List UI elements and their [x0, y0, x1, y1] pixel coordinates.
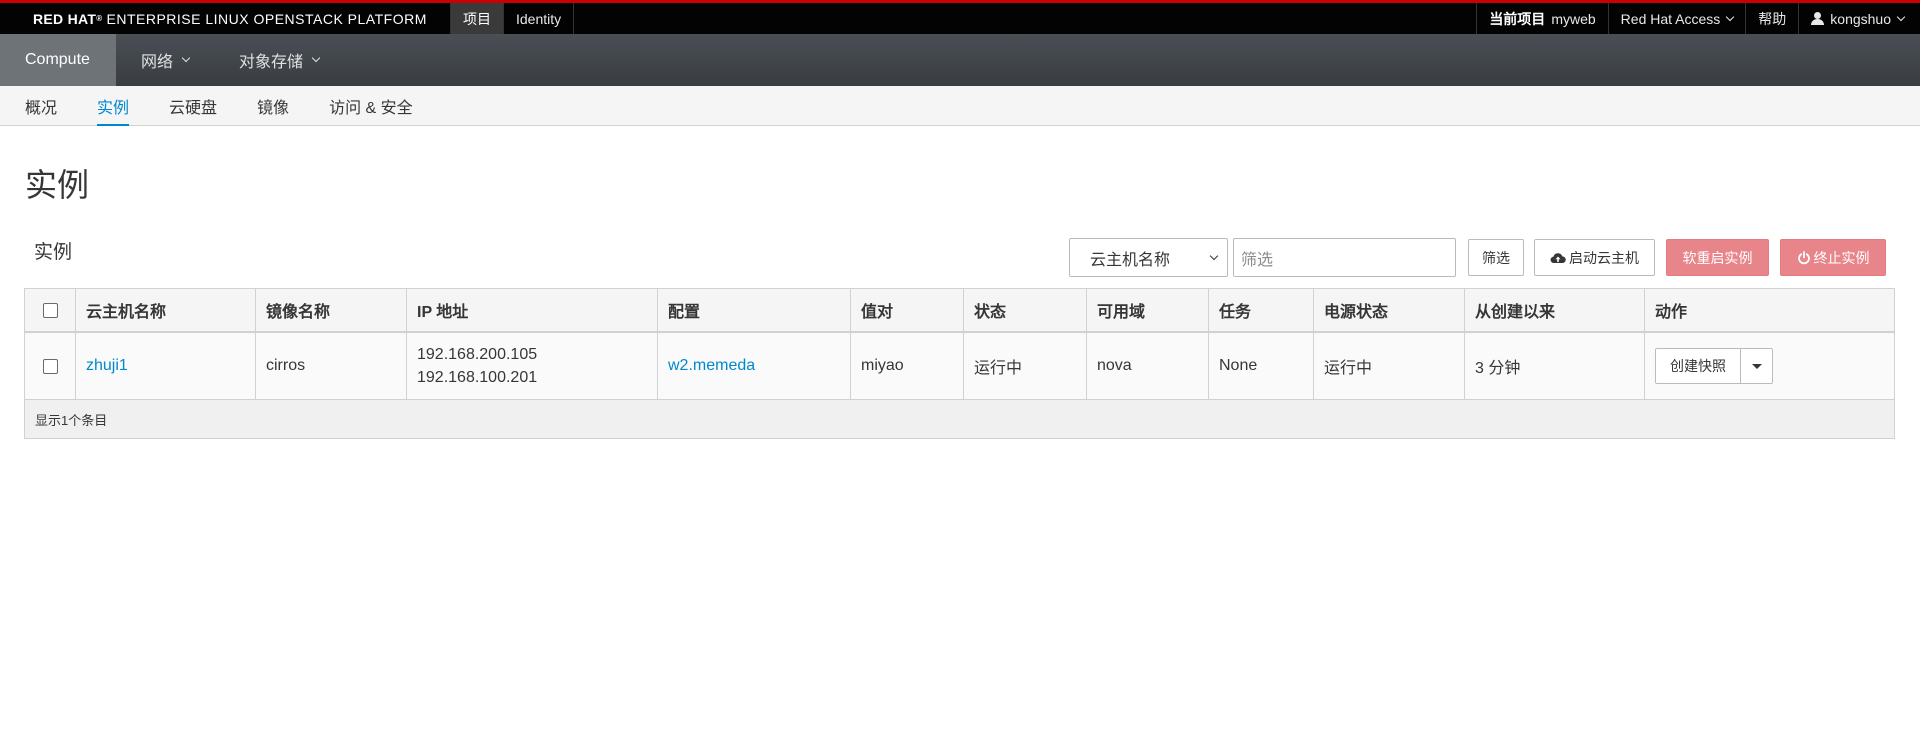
table-row: zhuji1 cirros 192.168.200.105 192.168.10…: [25, 333, 1894, 400]
flavor-cell: w2.memeda: [658, 333, 851, 399]
chevron-down-icon: [1896, 12, 1906, 21]
column-header[interactable]: 从创建以来: [1465, 289, 1645, 331]
brand-product: ENTERPRISE LINUX OPENSTACK PLATFORM: [106, 10, 427, 27]
more-actions-dropdown[interactable]: [1741, 348, 1773, 384]
column-header[interactable]: 配置: [658, 289, 851, 331]
tab-project[interactable]: 项目: [450, 3, 503, 34]
sub-nav: 概况 实例 云硬盘 镜像 访问 & 安全: [0, 86, 1920, 126]
brand-name: RED HAT: [33, 10, 97, 27]
nav-object-storage[interactable]: 对象存储: [214, 34, 344, 86]
ip-address: 192.168.200.105: [417, 346, 538, 363]
chevron-down-icon: [1726, 12, 1735, 21]
subnav-instances[interactable]: 实例: [97, 86, 130, 126]
filter-input[interactable]: 筛选: [1233, 238, 1456, 277]
caret-down-icon: [1751, 363, 1762, 369]
select-all-cell: [25, 289, 76, 331]
column-header[interactable]: IP 地址: [407, 289, 658, 331]
create-snapshot-button[interactable]: 创建快照: [1655, 348, 1741, 384]
tab-identity[interactable]: Identity: [503, 3, 575, 34]
nav-object-storage-label: 对象存储: [239, 54, 304, 71]
red-hat-access-menu[interactable]: Red Hat Access: [1607, 3, 1746, 34]
age-cell: 3 分钟: [1465, 333, 1645, 399]
cloud-upload-icon: [1550, 252, 1566, 264]
filter-field-value: 云主机名称: [1090, 251, 1171, 269]
subnav-overview[interactable]: 概况: [25, 86, 57, 125]
column-header: 动作: [1655, 304, 1688, 321]
column-header[interactable]: 可用域: [1087, 289, 1209, 331]
power-icon: [1797, 250, 1811, 265]
chevron-down-icon: [311, 53, 321, 63]
help-link[interactable]: 帮助: [1745, 3, 1798, 34]
chevron-down-icon: [1209, 251, 1219, 260]
subnav-images[interactable]: 镜像: [257, 86, 289, 125]
ip-address-cell: 192.168.200.105 192.168.100.201: [407, 333, 658, 399]
image-name-cell: cirros: [256, 333, 407, 399]
row-checkbox[interactable]: [42, 358, 58, 374]
main-nav: Compute 网络 对象存储: [0, 34, 1920, 86]
status-cell: 运行中: [964, 333, 1087, 399]
soft-reboot-button[interactable]: 软重启实例: [1666, 239, 1769, 276]
user-name: kongshuo: [1830, 10, 1891, 27]
current-project-value: myweb: [1551, 10, 1596, 27]
filter-button[interactable]: 筛选: [1468, 239, 1524, 276]
terminate-instance-label: 终止实例: [1813, 249, 1870, 266]
instance-name-cell: zhuji1: [76, 333, 256, 399]
ip-address: 192.168.100.201: [417, 369, 538, 386]
chevron-down-icon: [181, 53, 191, 63]
top-bar: RED HAT ® ENTERPRISE LINUX OPENSTACK PLAT…: [0, 0, 1920, 34]
actions-cell: 创建快照: [1645, 333, 1896, 399]
instance-name-link[interactable]: zhuji1: [86, 357, 128, 375]
subnav-access-security[interactable]: 访问 & 安全: [329, 86, 413, 125]
red-hat-access-label: Red Hat Access: [1620, 10, 1721, 27]
nav-compute[interactable]: Compute: [0, 34, 116, 86]
nav-network[interactable]: 网络: [116, 34, 214, 86]
current-project-selector[interactable]: 当前项目 myweb: [1476, 3, 1607, 34]
table-toolbar: 云主机名称 筛选 筛选 启动云主机 软重启实例 终止实例: [1069, 238, 1886, 277]
page-title: 实例: [25, 167, 90, 203]
launch-instance-label: 启动云主机: [1569, 249, 1639, 266]
power-state-cell: 运行中: [1314, 333, 1465, 399]
column-header[interactable]: 任务: [1209, 289, 1314, 331]
row-actions: 创建快照: [1655, 348, 1773, 384]
column-header[interactable]: 云主机名称: [76, 289, 256, 331]
terminate-instance-button[interactable]: 终止实例: [1780, 239, 1886, 276]
top-right-menu: 当前项目 myweb Red Hat Access 帮助 kongshuo: [1476, 3, 1920, 34]
column-header[interactable]: 电源状态: [1314, 289, 1465, 331]
table-caption: 实例: [34, 242, 73, 263]
task-cell: None: [1209, 333, 1314, 399]
subnav-volumes[interactable]: 云硬盘: [169, 86, 217, 125]
current-project-label: 当前项目: [1489, 10, 1546, 27]
column-header[interactable]: 状态: [964, 289, 1087, 331]
flavor-link[interactable]: w2.memeda: [668, 357, 755, 375]
table-header-row: 云主机名称 镜像名称 IP 地址 配置 值对 状态 可用域 任务 电源状态 从创…: [25, 289, 1894, 333]
user-menu[interactable]: kongshuo: [1798, 3, 1920, 34]
table-footer: 显示1个条目: [25, 400, 1894, 438]
launch-instance-button[interactable]: 启动云主机: [1534, 239, 1655, 276]
column-header[interactable]: 镜像名称: [256, 289, 407, 331]
keypair-cell: miyao: [851, 333, 964, 399]
row-select-cell: [25, 333, 76, 399]
select-all-checkbox[interactable]: [42, 302, 58, 318]
column-header[interactable]: 值对: [851, 289, 964, 331]
filter-field-select[interactable]: 云主机名称: [1069, 238, 1228, 277]
nav-network-label: 网络: [141, 54, 174, 71]
user-icon: [1811, 12, 1825, 25]
registered-mark: ®: [96, 14, 103, 23]
availability-zone-cell: nova: [1087, 333, 1209, 399]
instances-table: 云主机名称 镜像名称 IP 地址 配置 值对 状态 可用域 任务 电源状态 从创…: [24, 288, 1895, 439]
brand-logo[interactable]: RED HAT ® ENTERPRISE LINUX OPENSTACK PLAT…: [0, 3, 450, 34]
